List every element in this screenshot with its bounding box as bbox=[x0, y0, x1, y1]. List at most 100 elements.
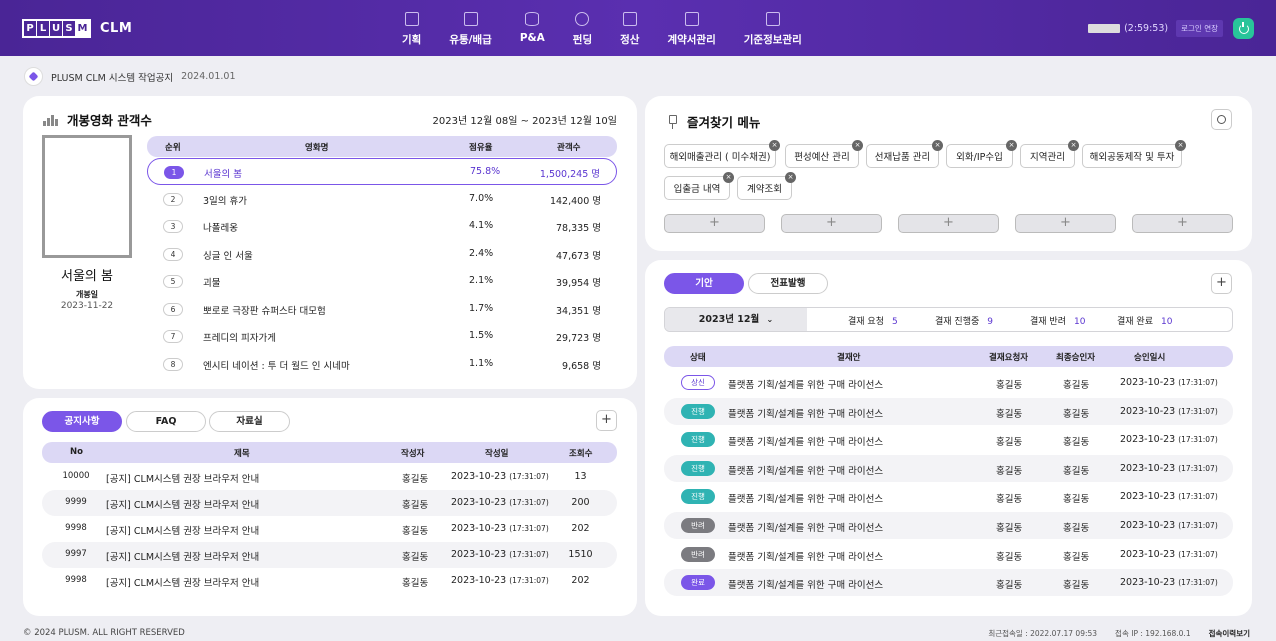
col-author: 작성자 bbox=[401, 449, 425, 459]
approval-row[interactable]: 진행 플랫폼 기획/설계를 위한 구매 라이선스 홍길동 홍길동 2023-10-23(… bbox=[664, 483, 1233, 510]
power-icon bbox=[1238, 21, 1249, 34]
tab-archive[interactable]: 자료실 bbox=[209, 411, 290, 432]
movie-audience: 34,351 명 bbox=[555, 305, 601, 317]
favorite-chip[interactable]: 외화/IP수입 × bbox=[946, 140, 1017, 168]
close-icon[interactable]: × bbox=[1006, 140, 1017, 151]
notice-row[interactable]: 10000 [공지] CLM시스템 권장 브라우저 안내 홍길동 2023-10-23… bbox=[42, 464, 617, 490]
favorite-chip[interactable]: 편성예산 관리 × bbox=[785, 140, 863, 168]
favorite-chip[interactable]: 해외매출관리 ( 미수채권) × bbox=[664, 140, 780, 168]
nav-master-data[interactable]: 기준정보관리 bbox=[730, 12, 816, 47]
approval-add-button[interactable]: + bbox=[1211, 273, 1232, 294]
movie-title: 뽀로로 극장판 슈퍼스타 대모험 bbox=[203, 305, 326, 317]
notice-row[interactable]: 9999 [공지] CLM시스템 권장 브라우저 안내 홍길동 2023-10-23(… bbox=[42, 490, 617, 516]
movie-share: 1.5% bbox=[469, 330, 494, 341]
approval-row[interactable]: 진행 플랫폼 기획/설계를 위한 구매 라이선스 홍길동 홍길동 2023-10-23(… bbox=[664, 426, 1233, 453]
add-favorite-slot[interactable]: + bbox=[1132, 214, 1233, 233]
nav-funding[interactable]: 펀딩 bbox=[559, 12, 606, 47]
notice-row[interactable]: 9998 [공지] CLM시스템 권장 브라우저 안내 홍길동 2023-10-23(… bbox=[42, 516, 617, 542]
summary-rejected[interactable]: 결재 반려 10 bbox=[1030, 314, 1085, 327]
favorites-settings-button[interactable] bbox=[1211, 109, 1232, 130]
notice-subject: [공지] CLM시스템 권장 브라우저 안내 bbox=[106, 526, 260, 537]
close-icon[interactable]: × bbox=[769, 140, 780, 151]
approval-date-time: (17:31:07) bbox=[1178, 578, 1218, 588]
add-favorite-slot[interactable]: + bbox=[664, 214, 765, 233]
favorites-card: 즐겨찾기 메뉴 해외매출관리 ( 미수채권) × 편성예산 관리 × 선재납품 관리 × 외… bbox=[645, 96, 1252, 251]
nav-settlement[interactable]: 정산 bbox=[606, 12, 653, 47]
box-office-row[interactable]: 7 프레디의 피자가게 1.5% 29,723 명 bbox=[147, 323, 617, 350]
box-office-row[interactable]: 2 3일의 휴가 7.0% 142,400 명 bbox=[147, 186, 617, 213]
col-share: 점유율 bbox=[469, 143, 493, 153]
nav-contracts[interactable]: 계약서관리 bbox=[653, 12, 729, 47]
nav-pna[interactable]: P&A bbox=[506, 12, 559, 47]
notice-row[interactable]: 9998 [공지] CLM시스템 권장 브라우저 안내 홍길동 2023-10-23(… bbox=[42, 568, 617, 594]
approval-card: 기안 전표발행 + 2023년 12월 ⌄ 결재 요청 5 결재 진행중 9 결재 … bbox=[645, 260, 1252, 616]
logo-letter: P bbox=[24, 21, 37, 36]
summary-requested[interactable]: 결재 요청 5 bbox=[848, 314, 898, 327]
approval-row[interactable]: 진행 플랫폼 기획/설계를 위한 구매 라이선스 홍길동 홍길동 2023-10-23(… bbox=[664, 397, 1233, 425]
notice-date-day: 2023-10-23 bbox=[451, 523, 507, 534]
box-office-title-text: 개봉영화 관객수 bbox=[67, 113, 152, 128]
box-office-row[interactable]: 4 싱글 인 서울 2.4% 47,673 명 bbox=[147, 241, 617, 268]
approval-row[interactable]: 완료 플랫폼 기획/설계를 위한 구매 라이선스 홍길동 홍길동 2023-10-23(… bbox=[664, 569, 1233, 597]
box-office-row[interactable]: 3 나폴레옹 4.1% 78,335 명 bbox=[147, 213, 617, 240]
notice-views: 1510 bbox=[568, 549, 593, 560]
favorite-chip[interactable]: 선재납품 관리 × bbox=[866, 140, 943, 168]
approval-row[interactable]: 반려 플랫폼 기획/설계를 위한 구매 라이선스 홍길동 홍길동 2023-10-23(… bbox=[664, 541, 1233, 568]
login-history-link[interactable]: 접속이력보기 bbox=[1209, 628, 1250, 639]
board-add-button[interactable]: + bbox=[596, 410, 617, 431]
approval-approver: 홍길동 bbox=[1063, 580, 1090, 592]
approval-date-day: 2023-10-23 bbox=[1120, 462, 1176, 474]
nav-planning[interactable]: 기획 bbox=[388, 12, 435, 47]
approval-table-header: 상태 결재안 결재요청자 최종승인자 승인일시 bbox=[664, 346, 1233, 367]
logo[interactable]: P L U S M CLM bbox=[22, 19, 132, 38]
favorite-chip[interactable]: 지역관리 × bbox=[1020, 140, 1079, 168]
approval-requester: 홍길동 bbox=[996, 465, 1023, 477]
rank-badge: 8 bbox=[163, 357, 183, 371]
approval-date: 2023-10-23 (17:31:07) bbox=[1120, 463, 1218, 474]
approval-row[interactable]: 진행 플랫폼 기획/설계를 위한 구매 라이선스 홍길동 홍길동 2023-10-23(… bbox=[664, 454, 1233, 482]
box-office-row[interactable]: 1 서울의 봄 75.8% 1,500,245 명 bbox=[147, 158, 617, 185]
nav-label: 기획 bbox=[402, 34, 422, 46]
tab-voucher[interactable]: 전표발행 bbox=[748, 273, 828, 294]
month-selector[interactable]: 2023년 12월 ⌄ bbox=[665, 308, 807, 331]
close-icon[interactable]: × bbox=[1068, 140, 1079, 151]
status-badge: 진행 bbox=[681, 489, 715, 505]
approval-row[interactable]: 상신 플랫폼 기획/설계를 위한 구매 라이선스 홍길동 홍길동 2023-10-23(… bbox=[664, 369, 1233, 396]
close-icon[interactable]: × bbox=[723, 172, 734, 183]
summary-in-progress[interactable]: 결재 진행중 9 bbox=[935, 314, 993, 327]
favorite-chip[interactable]: 계약조회 × bbox=[737, 172, 796, 200]
summary-completed[interactable]: 결재 완료 10 bbox=[1117, 314, 1172, 327]
tab-faq[interactable]: FAQ bbox=[126, 411, 206, 432]
add-favorite-slot[interactable]: + bbox=[1015, 214, 1116, 233]
nav-distribution[interactable]: 유통/배급 bbox=[435, 12, 505, 47]
favorite-chip-label: 계약조회 bbox=[747, 184, 782, 195]
movie-poster[interactable] bbox=[42, 135, 132, 258]
box-office-row[interactable]: 5 괴물 2.1% 39,954 명 bbox=[147, 268, 617, 295]
favorite-chip[interactable]: 입출금 내역 × bbox=[664, 172, 734, 200]
close-icon[interactable]: × bbox=[1175, 140, 1186, 151]
movie-audience: 29,723 명 bbox=[555, 333, 601, 344]
last-login: 최근접속일 : 2022.07.17 09:53 bbox=[988, 629, 1098, 638]
close-icon[interactable]: × bbox=[785, 172, 796, 183]
coin-icon bbox=[575, 12, 590, 26]
add-favorite-slot[interactable]: + bbox=[898, 214, 999, 233]
approval-row[interactable]: 반려 플랫폼 기획/설계를 위한 구매 라이선스 홍길동 홍길동 2023-10-23(… bbox=[664, 512, 1233, 539]
status-badge: 반려 bbox=[681, 546, 715, 562]
box-office-row[interactable]: 8 엔시티 네이션 : 투 더 월드 인 시네마 1.1% 9,658 명 bbox=[147, 351, 617, 378]
favorite-chip-label: 지역관리 bbox=[1030, 152, 1065, 163]
approval-approver: 홍길동 bbox=[1063, 494, 1090, 506]
logout-button[interactable] bbox=[1233, 18, 1254, 39]
box-office-row[interactable]: 6 뽀로로 극장판 슈퍼스타 대모험 1.7% 34,351 명 bbox=[147, 296, 617, 323]
extend-login-button[interactable]: 로그인 연장 bbox=[1176, 20, 1223, 37]
approval-date-day: 2023-10-23 bbox=[1120, 405, 1176, 417]
favorite-chip[interactable]: 해외공동제작 및 투자 × bbox=[1082, 140, 1186, 168]
close-icon[interactable]: × bbox=[852, 140, 863, 151]
work-notice[interactable]: PLUSM CLM 시스템 작업공지 2024.01.01 bbox=[24, 67, 236, 86]
close-icon[interactable]: × bbox=[932, 140, 943, 151]
notice-row[interactable]: 9997 [공지] CLM시스템 권장 브라우저 안내 홍길동 2023-10-23(… bbox=[42, 542, 617, 568]
tab-draft[interactable]: 기안 bbox=[664, 273, 744, 294]
notice-date: 2023-10-23 (17:31:07) bbox=[451, 497, 549, 508]
header-right: (2:59:53) 로그인 연장 bbox=[1088, 18, 1254, 39]
tab-notices[interactable]: 공지사항 bbox=[42, 411, 122, 432]
add-favorite-slot[interactable]: + bbox=[781, 214, 882, 233]
